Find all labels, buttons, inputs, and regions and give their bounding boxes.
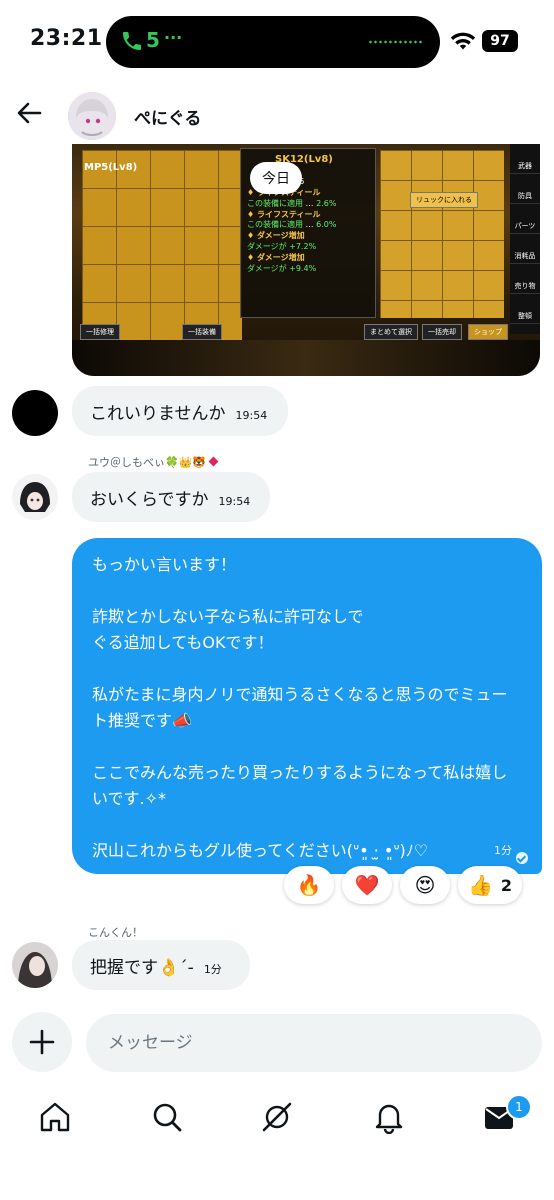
inventory-grid-left — [82, 150, 242, 340]
message-bubble[interactable]: これいりませんか 19:54 — [72, 386, 288, 436]
call-dots: ··· — [164, 28, 183, 47]
thumbs-up-emoji-icon: 👍 — [467, 873, 493, 897]
reaction-thumbs-up[interactable]: 👍 2 — [458, 866, 522, 904]
diamond-icon — [208, 456, 219, 467]
unread-badge: 1 — [506, 1094, 532, 1120]
heart-emoji-icon: ❤️ — [354, 873, 380, 897]
heart-eyes-emoji-icon: 😍 — [414, 873, 436, 897]
notifications-bell-icon[interactable] — [372, 1100, 406, 1134]
game-button: 一括修理 — [80, 324, 120, 340]
back-arrow-icon[interactable] — [14, 98, 44, 128]
avatar[interactable] — [12, 474, 58, 520]
audio-wave-icon — [368, 40, 424, 44]
game-button: ショップ — [468, 324, 508, 340]
read-check-icon — [516, 852, 528, 864]
message-text: これいりませんか — [90, 403, 226, 424]
battery-indicator: 97 — [482, 30, 518, 52]
avatar[interactable] — [12, 390, 58, 436]
grok-icon[interactable] — [260, 1100, 294, 1134]
status-time: 23:21 — [30, 26, 103, 51]
message-paragraph: 私がたまに身内ノリで通知うるさくなると思うのでミュート推奨です📣 — [92, 685, 508, 730]
anime-avatar-icon — [68, 92, 116, 140]
message-paragraph: ここでみんな売ったり買ったりするようになって私は嬉しいです.✧* — [92, 763, 508, 808]
game-button: リュックに入れる — [410, 192, 478, 208]
message-time: 1分 — [494, 844, 512, 857]
message-paragraph: 詐欺とかしない子なら私に許可なしで ぐる追加してもOKです！ — [92, 607, 364, 652]
message-time: 19:54 — [235, 408, 268, 422]
message-time: 19:54 — [218, 494, 251, 508]
game-button: まとめて選択 — [364, 324, 418, 340]
game-floor — [72, 340, 540, 376]
reaction-heart[interactable]: ❤️ — [342, 866, 392, 904]
date-divider: 今日 — [250, 162, 302, 194]
game-button: 一括売却 — [422, 324, 462, 340]
message-paragraph: もっかい言います！ — [92, 555, 237, 574]
game-button: 一括装備 — [182, 324, 222, 340]
plus-icon — [29, 1029, 55, 1055]
reaction-heart-eyes[interactable]: 😍 — [400, 866, 450, 904]
sender-name[interactable]: ユウ＠しもべぃ🍀👑🐯 — [88, 454, 219, 470]
reaction-count: 2 — [500, 875, 513, 895]
message-text: おいくらですか — [90, 489, 209, 510]
message-input[interactable] — [86, 1014, 542, 1072]
weapon-label: MP5(Lv8) — [84, 162, 138, 173]
anime-avatar-icon — [12, 942, 58, 988]
reaction-fire[interactable]: 🔥 — [284, 866, 334, 904]
message-text: 把握です👌´- — [90, 957, 194, 978]
message-bubble[interactable]: 把握です👌´- 1分 — [72, 940, 250, 990]
phone-icon — [123, 32, 141, 50]
group-avatar[interactable] — [68, 92, 116, 140]
home-icon[interactable] — [38, 1100, 72, 1134]
message-bubble[interactable]: おいくらですか 19:54 — [72, 472, 270, 522]
game-category-tabs: 武器 防具 パーツ 消耗品 売り物 整頓 — [510, 144, 540, 334]
message-time: 1分 — [203, 963, 222, 976]
dynamic-island[interactable]: 5 ··· — [106, 16, 440, 68]
avatar[interactable] — [12, 942, 58, 988]
wifi-icon — [450, 32, 476, 50]
outgoing-message-bubble[interactable]: もっかい言います！ 詐欺とかしない子なら私に許可なしで ぐる追加してもOKです！… — [72, 538, 542, 874]
shared-image[interactable]: MP5(Lv8) SK12(Lv8) 200 60875 ♦ ライフスティール … — [72, 144, 540, 376]
search-icon[interactable] — [150, 1100, 184, 1134]
call-duration: 5 — [146, 28, 160, 52]
add-attachment-button[interactable] — [12, 1012, 72, 1072]
anime-avatar-icon — [12, 474, 58, 520]
fire-emoji-icon: 🔥 — [296, 873, 322, 897]
conversation-title[interactable]: ぺにぐる — [134, 104, 201, 129]
inventory-grid-right — [380, 150, 504, 318]
message-paragraph: 沢山これからもグル使ってください(ᐡ•͈ ·̫ •͈ᐡ)ﾉ♡ — [92, 841, 429, 860]
sender-name[interactable]: こんくん！ — [88, 924, 143, 940]
